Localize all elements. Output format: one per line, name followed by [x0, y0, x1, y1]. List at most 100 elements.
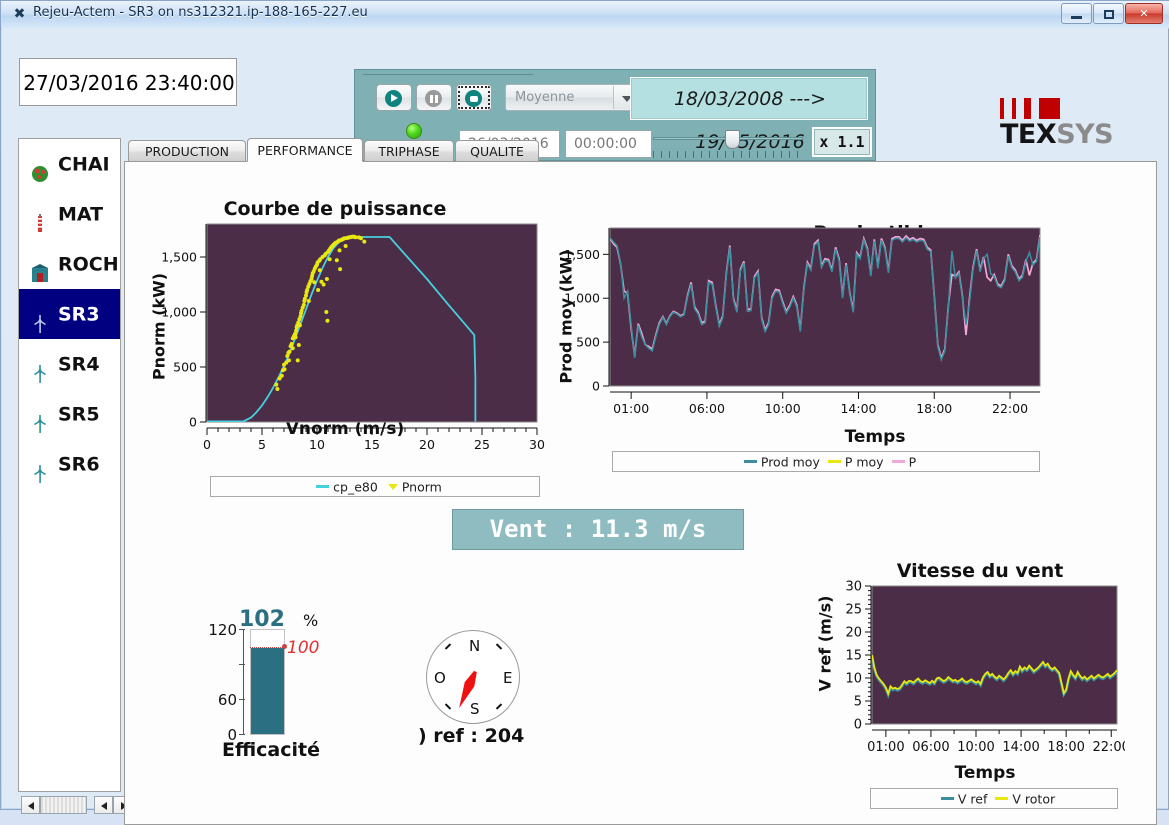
wind-speed-banner: Vent : 11.3 m/s [452, 509, 744, 550]
sidebar-item-label: SR4 [58, 353, 100, 376]
svg-text:5: 5 [258, 437, 266, 452]
svg-text:0: 0 [189, 415, 197, 430]
sidebar-item-roch[interactable]: ROCH [19, 239, 120, 289]
courbe-plot: 05001,0001,5000 5 10 15 20 25 30 [161, 223, 545, 452]
caret-left-icon [28, 802, 34, 810]
legend-swatch [316, 484, 330, 488]
site-sidebar[interactable]: CHAI MAT ROCH SR3 SR4 SR5 SR6 [18, 138, 121, 792]
svg-text:15: 15 [364, 437, 380, 452]
close-button[interactable]: ✕ [1125, 3, 1163, 24]
stop-button[interactable] [456, 84, 492, 111]
cellar-icon [29, 154, 51, 182]
play-button[interactable] [376, 84, 412, 111]
tab-label: TRIPHASE [378, 144, 440, 159]
chart-legend-productible: Prod moy P moy P [612, 451, 1040, 472]
tab-strip[interactable]: PRODUCTION PERFORMANCE TRIPHASE QUALITE [124, 138, 1157, 162]
tab-qualite[interactable]: QUALITE [455, 140, 539, 162]
title-bar: ✖ Rejeu-Actem - SR3 on ns312321.ip-188-1… [1, 1, 1169, 29]
svg-text:01:00: 01:00 [613, 401, 649, 416]
legend-swatch [995, 796, 1009, 800]
minimize-icon [1071, 15, 1082, 19]
sidebar-item-label: SR3 [58, 303, 100, 326]
svg-text:14:00: 14:00 [840, 401, 876, 416]
compass-needle-icon [459, 670, 477, 709]
svg-text:1,500: 1,500 [161, 250, 197, 265]
scroll-prev-button[interactable] [94, 796, 113, 814]
efficiency-caption: Efficacité [222, 739, 320, 761]
svg-text:500: 500 [173, 360, 197, 375]
svg-text:0: 0 [854, 718, 862, 733]
svg-text:1,000: 1,000 [161, 305, 197, 320]
svg-text:500: 500 [576, 335, 600, 350]
current-datetime-display: 27/03/2016 23:40:00 [19, 58, 237, 106]
svg-text:14:00: 14:00 [1002, 740, 1039, 755]
sidebar-scrollbar[interactable] [18, 794, 132, 818]
turbine-icon [29, 354, 51, 383]
pause-button[interactable] [416, 84, 452, 111]
tab-performance[interactable]: PERFORMANCE [247, 138, 363, 162]
legend-swatch [827, 459, 841, 463]
turbine-icon [29, 304, 51, 333]
scroll-left-button[interactable] [21, 796, 40, 814]
logo-bars-icon [1000, 98, 1063, 119]
maximize-icon [1103, 9, 1114, 19]
date-range-display: 18/03/2008 ---> 19/05/2016 [630, 77, 868, 153]
svg-text:10:00: 10:00 [765, 401, 801, 416]
efficiency-tick [239, 629, 245, 630]
texsys-logo: TEXSYS [1000, 98, 1168, 150]
chart-legend-courbe-de-puissance: cp_e80 Pnorm [210, 476, 540, 497]
sidebar-item-label: SR5 [58, 403, 100, 426]
building-icon [29, 254, 51, 282]
svg-text:22:00: 22:00 [1092, 740, 1125, 755]
maximize-button[interactable] [1093, 3, 1124, 24]
tab-triphase[interactable]: TRIPHASE [364, 140, 454, 162]
pause-icon [425, 90, 442, 107]
average-mode-select[interactable]: Moyenne [505, 84, 640, 111]
sidebar-item-sr6[interactable]: SR6 [19, 439, 120, 489]
svg-text:20: 20 [845, 626, 862, 641]
efficiency-reference-marker [250, 647, 285, 649]
stop-icon [465, 90, 482, 107]
caret-left-icon [101, 802, 107, 810]
svg-text:30: 30 [845, 580, 862, 595]
productible-plot: 0 500 1,000 1,500 01:00 06:00 10:00 14:00 18:00 2… [564, 227, 1041, 416]
application-window: ✖ Rejeu-Actem - SR3 on ns312321.ip-188-1… [0, 0, 1169, 825]
status-led-icon [406, 123, 422, 139]
chart-legend-vitesse-du-vent: V ref V rotor [870, 788, 1118, 809]
wind-speed-banner-text: Vent : 11.3 m/s [489, 515, 707, 543]
sidebar-item-mat[interactable]: MAT [19, 189, 120, 239]
sidebar-item-label: CHAI [58, 153, 110, 176]
scroll-thumb[interactable] [40, 796, 87, 814]
legend-label: Pnorm [401, 479, 442, 495]
vitesse-plot: 0 5 10 15 20 25 30 01:00 06:00 10:00 14:00 18:00 22:… [845, 580, 1125, 756]
efficiency-tick [239, 664, 245, 665]
window-title: Rejeu-Actem - SR3 on ns312321.ip-188-165… [33, 5, 368, 20]
sidebar-item-sr3[interactable]: SR3 [19, 289, 120, 339]
tab-label: PRODUCTION [144, 144, 230, 159]
sidebar-item-chai[interactable]: CHAI [19, 139, 120, 189]
mast-icon [29, 204, 51, 232]
sidebar-item-sr4[interactable]: SR4 [19, 339, 120, 389]
panel-divider [363, 74, 533, 75]
efficiency-tick [239, 734, 245, 735]
legend-marker [387, 483, 398, 490]
date-range-text: 18/03/2008 ---> 19/05/2016 [673, 88, 827, 153]
svg-text:1,000: 1,000 [564, 291, 600, 306]
minimize-button[interactable] [1061, 3, 1092, 24]
performance-panel: Courbe de puissance Pnorm (kW) Vnorm (m/… [124, 161, 1157, 825]
svg-text:25: 25 [845, 603, 862, 618]
legend-label: cp_e80 [333, 479, 378, 495]
svg-text:06:00: 06:00 [912, 740, 949, 755]
current-datetime-text: 27/03/2016 23:40:00 [23, 71, 235, 95]
tab-production[interactable]: PRODUCTION [128, 140, 246, 162]
sidebar-item-sr5[interactable]: SR5 [19, 389, 120, 439]
svg-text:22:00: 22:00 [992, 401, 1028, 416]
efficiency-tick-label: 120 [208, 621, 237, 639]
sidebar-item-label: MAT [58, 203, 104, 226]
legend-label: V rotor [1012, 791, 1056, 807]
legend-label: Prod moy [760, 454, 820, 470]
svg-text:20: 20 [419, 437, 435, 452]
svg-text:0: 0 [203, 437, 211, 452]
close-icon: ✕ [1139, 7, 1149, 20]
average-mode-value: Moyenne [515, 90, 575, 105]
